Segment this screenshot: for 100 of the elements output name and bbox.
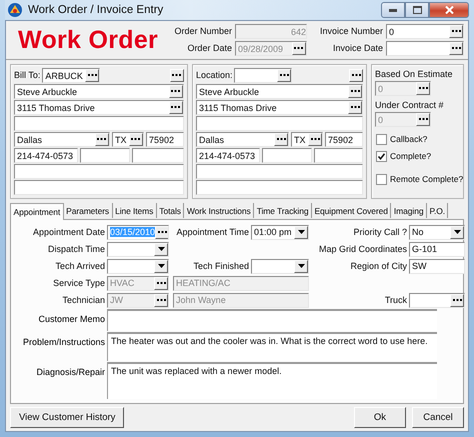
more-icon bbox=[350, 90, 360, 93]
phone-field[interactable] bbox=[262, 148, 312, 163]
lookup-button[interactable] bbox=[168, 101, 183, 114]
dropdown-field[interactable] bbox=[107, 258, 169, 274]
field-label: Dispatch Time bbox=[46, 244, 105, 254]
window-title: Work Order / Invoice Entry bbox=[28, 4, 164, 16]
checkbox[interactable] bbox=[376, 174, 387, 184]
tab[interactable]: P.O. bbox=[426, 203, 448, 218]
street-field[interactable]: 3115 Thomas Drive bbox=[14, 100, 184, 115]
tab[interactable]: Appointment bbox=[10, 203, 64, 220]
memo-label: Problem/Instructions bbox=[22, 336, 105, 348]
header-field[interactable]: 0 bbox=[386, 24, 464, 39]
text-field[interactable] bbox=[14, 180, 184, 195]
dropdown-button[interactable] bbox=[154, 260, 168, 272]
name-field[interactable]: Steve Arbuckle bbox=[14, 84, 184, 99]
dropdown-field[interactable]: No bbox=[409, 224, 465, 240]
name-field[interactable]: Steve Arbuckle bbox=[196, 84, 363, 99]
zip-field[interactable]: 75902 bbox=[325, 132, 363, 147]
text-field[interactable]: SW bbox=[409, 258, 465, 274]
tab[interactable]: Totals bbox=[156, 203, 184, 218]
header-field[interactable] bbox=[386, 41, 464, 56]
memo-field[interactable] bbox=[107, 309, 437, 331]
phone-field[interactable] bbox=[132, 148, 184, 163]
lookup-button[interactable] bbox=[416, 82, 430, 95]
state-field[interactable]: TX bbox=[291, 132, 323, 147]
code-field[interactable] bbox=[234, 68, 292, 83]
phone-field[interactable] bbox=[80, 148, 130, 163]
lookup-button[interactable] bbox=[450, 294, 464, 306]
code-field[interactable]: ARBUCK bbox=[42, 68, 100, 83]
tab[interactable]: Equipment Covered bbox=[312, 203, 392, 218]
lookup-button[interactable] bbox=[274, 133, 288, 146]
field-label: Region of City bbox=[349, 260, 407, 272]
city-field[interactable]: Dallas bbox=[196, 132, 289, 147]
lookup-field[interactable] bbox=[409, 292, 465, 308]
dropdown-field[interactable]: 01:00 pm bbox=[251, 224, 309, 240]
lookup-button[interactable] bbox=[85, 69, 100, 82]
lookup-button[interactable] bbox=[308, 133, 322, 146]
lookup-button[interactable] bbox=[348, 101, 362, 114]
more-icon bbox=[172, 74, 182, 77]
field-label: Map Grid Coordinates bbox=[318, 244, 407, 254]
lookup-button[interactable] bbox=[348, 85, 362, 98]
more-icon bbox=[310, 138, 320, 141]
address-field[interactable] bbox=[14, 116, 184, 131]
memo-field[interactable]: The heater was out and the cooler was in. What is the correct word to use here. bbox=[107, 332, 437, 362]
phone-field[interactable] bbox=[314, 148, 363, 163]
lookup-button[interactable] bbox=[449, 25, 463, 38]
minimize-icon bbox=[389, 8, 397, 12]
lookup-button[interactable] bbox=[128, 133, 143, 146]
lookup-button[interactable] bbox=[349, 69, 363, 82]
field-label: Priority Call ? bbox=[352, 226, 407, 238]
more-icon bbox=[276, 138, 286, 141]
tab[interactable]: Line Items bbox=[112, 203, 157, 218]
lookup-button[interactable] bbox=[416, 113, 430, 126]
phone-field[interactable]: 214-474-0573 bbox=[196, 148, 260, 163]
city-field[interactable]: Dallas bbox=[14, 132, 110, 147]
more-icon bbox=[97, 138, 106, 141]
dropdown-button[interactable] bbox=[154, 242, 168, 256]
tab[interactable]: Time Tracking bbox=[254, 203, 312, 218]
state-field[interactable]: TX bbox=[112, 132, 144, 147]
lookup-button[interactable] bbox=[94, 133, 109, 146]
tab[interactable]: Parameters bbox=[64, 203, 113, 218]
memo-field[interactable]: The unit was replaced with a newer model. bbox=[107, 362, 437, 399]
text-field[interactable]: G-101 bbox=[409, 242, 465, 256]
lookup-button[interactable] bbox=[277, 69, 292, 82]
street-field[interactable]: 3115 Thomas Drive bbox=[196, 100, 363, 115]
minimize-button[interactable] bbox=[381, 2, 405, 18]
field-label: Under Contract # bbox=[375, 100, 445, 111]
caret-icon bbox=[158, 264, 164, 268]
lookup-button[interactable] bbox=[170, 69, 184, 82]
caret-icon bbox=[298, 264, 304, 268]
field-label: Order Date bbox=[186, 43, 232, 54]
checkbox[interactable] bbox=[376, 134, 387, 144]
dropdown-field[interactable] bbox=[251, 258, 309, 274]
text-field[interactable] bbox=[14, 164, 184, 179]
zip-field[interactable]: 75902 bbox=[146, 132, 184, 147]
field-label: Appointment Date bbox=[32, 226, 105, 238]
lookup-button[interactable] bbox=[168, 85, 183, 98]
dropdown-field[interactable] bbox=[107, 242, 169, 256]
lookup-button[interactable] bbox=[155, 226, 168, 238]
history-button[interactable]: View Customer History bbox=[10, 407, 124, 428]
dropdown-button[interactable] bbox=[294, 260, 308, 272]
dropdown-button[interactable] bbox=[294, 226, 308, 238]
maximize-button[interactable] bbox=[405, 2, 429, 18]
lookup-button[interactable] bbox=[449, 42, 463, 55]
field-label: Truck bbox=[384, 294, 407, 306]
close-button[interactable] bbox=[429, 2, 469, 18]
tab[interactable]: Work Instructions bbox=[184, 203, 254, 218]
text-field[interactable] bbox=[196, 164, 363, 179]
checkbox[interactable] bbox=[376, 150, 387, 162]
field-label: Invoice Number bbox=[320, 26, 383, 37]
more-icon bbox=[452, 47, 460, 50]
phone-field[interactable]: 214-474-0573 bbox=[14, 148, 78, 163]
address-field[interactable] bbox=[196, 116, 363, 131]
dropdown-button[interactable] bbox=[450, 226, 464, 238]
more-icon bbox=[352, 74, 360, 77]
dialog-button[interactable]: Cancel bbox=[412, 407, 464, 428]
dialog-button[interactable]: Ok bbox=[354, 407, 406, 428]
text-field[interactable] bbox=[196, 180, 363, 195]
tab[interactable]: Imaging bbox=[391, 203, 427, 218]
field-label: Service Type bbox=[52, 278, 105, 288]
